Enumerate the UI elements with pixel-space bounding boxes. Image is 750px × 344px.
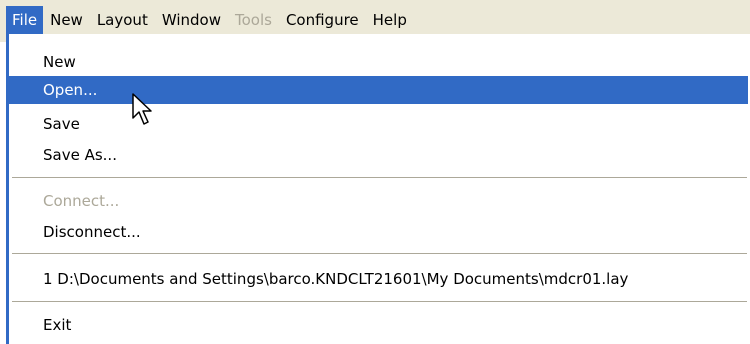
file-menu-item-connect[interactable]: Connect...	[9, 187, 748, 215]
file-menu-item-save-as[interactable]: Save As...	[9, 141, 748, 169]
menu-new[interactable]: New	[43, 6, 90, 34]
menu-tools[interactable]: Tools	[228, 6, 279, 34]
menu-file[interactable]: File	[6, 6, 44, 34]
file-menu-item-save[interactable]: Save	[9, 110, 748, 138]
menu-layout[interactable]: Layout	[90, 6, 155, 34]
application-window: File New Layout Window Tools Configure H…	[0, 0, 750, 344]
file-menu-dropdown: New Open... Save Save As... Connect... D…	[6, 34, 750, 344]
file-menu-item-open[interactable]: Open...	[9, 76, 748, 104]
menu-help[interactable]: Help	[366, 6, 414, 34]
file-menu-item-recent-file[interactable]: 1 D:\Documents and Settings\barco.KNDCLT…	[9, 265, 748, 293]
menu-window[interactable]: Window	[155, 6, 228, 34]
menu-configure[interactable]: Configure	[279, 6, 366, 34]
menu-separator	[12, 177, 747, 179]
file-menu-item-new[interactable]: New	[9, 48, 748, 76]
file-menu-item-disconnect[interactable]: Disconnect...	[9, 218, 748, 246]
file-menu-item-exit[interactable]: Exit	[9, 311, 748, 339]
menu-separator	[12, 301, 747, 303]
menu-separator	[12, 253, 747, 255]
